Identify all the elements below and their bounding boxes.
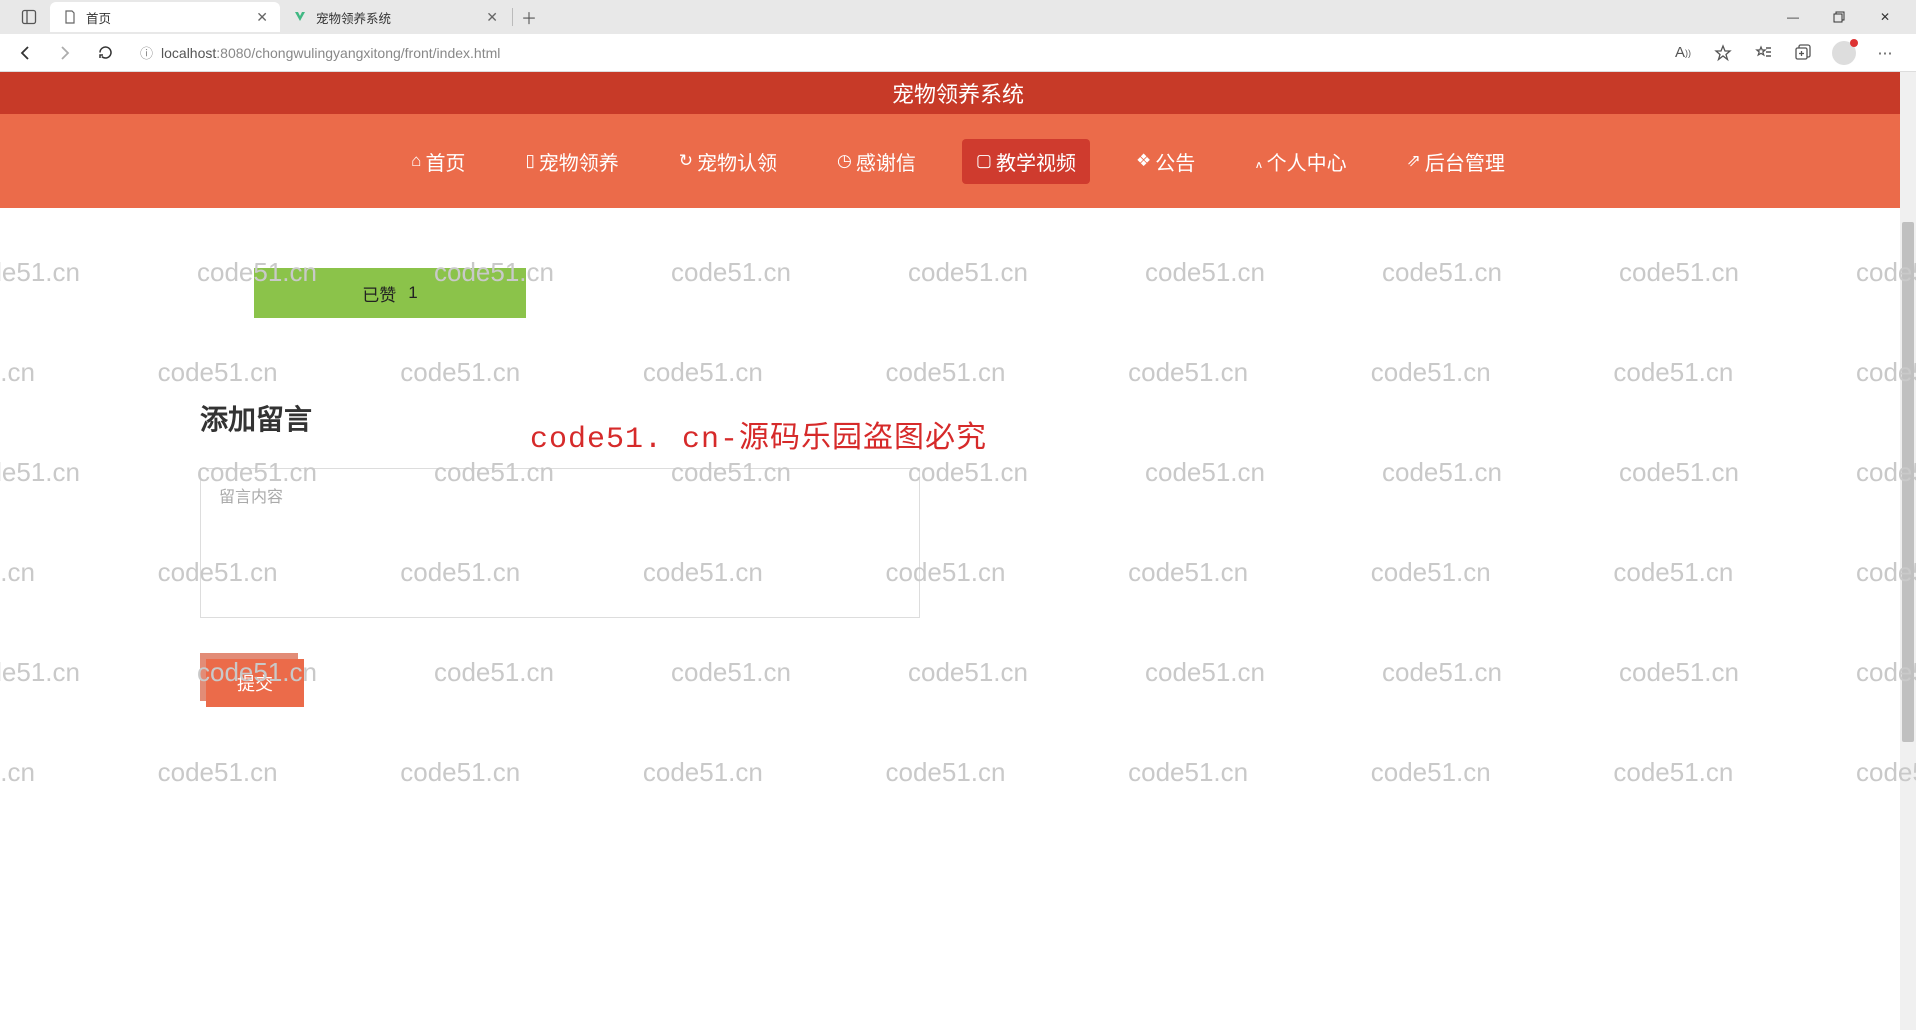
home-icon: ⌂ <box>411 151 421 171</box>
nav-notice[interactable]: ❖公告 <box>1122 139 1209 184</box>
banner-title: 宠物领养系统 <box>892 77 1024 109</box>
tab-title: 宠物领养系统 <box>316 8 391 27</box>
url-host: localhost <box>161 45 216 61</box>
read-aloud-icon[interactable]: A)) <box>1672 42 1694 64</box>
nav-label: 教学视频 <box>996 147 1076 176</box>
nav-label: 公告 <box>1155 147 1195 176</box>
tab-bar: 首页 ✕ 宠物领养系统 ✕ ＋ — ✕ <box>0 0 1916 34</box>
vue-icon <box>292 9 308 25</box>
scrollbar-thumb[interactable] <box>1902 222 1914 742</box>
favorite-icon[interactable] <box>1712 42 1734 64</box>
nav-thanks[interactable]: ◷感谢信 <box>823 139 930 184</box>
nav-adopt[interactable]: ▯宠物领养 <box>511 139 632 184</box>
minimize-button[interactable]: — <box>1770 2 1816 32</box>
window-controls: — ✕ <box>1770 2 1908 32</box>
collections-icon[interactable] <box>1792 42 1814 64</box>
tab-home[interactable]: 首页 ✕ <box>50 2 280 32</box>
page-banner: 宠物领养系统 <box>0 72 1916 114</box>
nav-claim[interactable]: ↻宠物认领 <box>665 139 791 184</box>
profile-avatar[interactable] <box>1832 41 1856 65</box>
submit-wrap: 提交 <box>200 653 298 709</box>
nav-label: 宠物认领 <box>697 147 777 176</box>
layers-icon: ❖ <box>1136 151 1151 171</box>
tab-title: 首页 <box>86 8 111 27</box>
scrollbar[interactable] <box>1900 72 1916 1030</box>
menu-icon[interactable]: ⋯ <box>1874 42 1896 64</box>
like-count: 1 <box>408 283 417 303</box>
like-button[interactable]: 已赞 1 <box>254 268 526 318</box>
like-area: 已赞 1 <box>200 248 920 358</box>
video-icon: ▢ <box>976 151 992 171</box>
list-icon: ▯ <box>525 151 534 171</box>
reload-button[interactable] <box>90 38 120 68</box>
clock-icon: ◷ <box>837 151 852 171</box>
page-content: 已赞 1 添加留言 提交 <box>0 248 1490 709</box>
tab-divider <box>512 8 513 26</box>
url-input[interactable]: ⓘ localhost:8080/chongwulingyangxitong/f… <box>130 38 1662 68</box>
nav-label: 后台管理 <box>1425 147 1505 176</box>
new-tab-button[interactable]: ＋ <box>515 3 543 31</box>
url-port: :8080 <box>216 45 251 61</box>
main-nav: ⌂首页 ▯宠物领养 ↻宠物认领 ◷感谢信 ▢教学视频 ❖公告 ៱个人中心 ⇗后台… <box>0 114 1916 208</box>
close-window-button[interactable]: ✕ <box>1862 2 1908 32</box>
comment-title: 添加留言 <box>200 398 1490 438</box>
nav-label: 个人中心 <box>1267 147 1347 176</box>
nav-label: 首页 <box>425 147 465 176</box>
site-info-icon[interactable]: ⓘ <box>140 43 153 62</box>
tab-pet-system[interactable]: 宠物领养系统 ✕ <box>280 2 510 32</box>
address-bar: ⓘ localhost:8080/chongwulingyangxitong/f… <box>0 34 1916 72</box>
nav-label: 感谢信 <box>856 147 916 176</box>
close-icon[interactable]: ✕ <box>256 9 268 26</box>
tab-actions-btn[interactable] <box>8 9 50 25</box>
submit-button[interactable]: 提交 <box>206 659 304 707</box>
comment-textarea[interactable] <box>200 468 920 618</box>
nav-home[interactable]: ⌂首页 <box>397 139 479 184</box>
refresh-icon: ↻ <box>679 151 693 171</box>
nav-label: 宠物领养 <box>539 147 619 176</box>
nav-profile[interactable]: ៱个人中心 <box>1241 139 1360 184</box>
user-icon: ៱ <box>1255 150 1262 173</box>
file-icon <box>62 9 78 25</box>
close-icon[interactable]: ✕ <box>486 9 498 26</box>
comment-section: 添加留言 提交 <box>200 398 1490 709</box>
toolbar-icons: A)) ⋯ <box>1672 41 1906 65</box>
url-path: /chongwulingyangxitong/front/index.html <box>251 45 500 61</box>
nav-video[interactable]: ▢教学视频 <box>962 139 1090 184</box>
page-viewport: code51.cn code51.cn code51.cn code51.cn … <box>0 72 1916 1030</box>
like-label: 已赞 <box>362 281 396 306</box>
maximize-button[interactable] <box>1816 2 1862 32</box>
back-button[interactable] <box>10 38 40 68</box>
nav-admin[interactable]: ⇗后台管理 <box>1393 139 1519 184</box>
forward-button[interactable] <box>50 38 80 68</box>
link-icon: ⇗ <box>1407 151 1421 171</box>
browser-chrome: 首页 ✕ 宠物领养系统 ✕ ＋ — ✕ ⓘ <box>0 0 1916 72</box>
favorites-bar-icon[interactable] <box>1752 42 1774 64</box>
